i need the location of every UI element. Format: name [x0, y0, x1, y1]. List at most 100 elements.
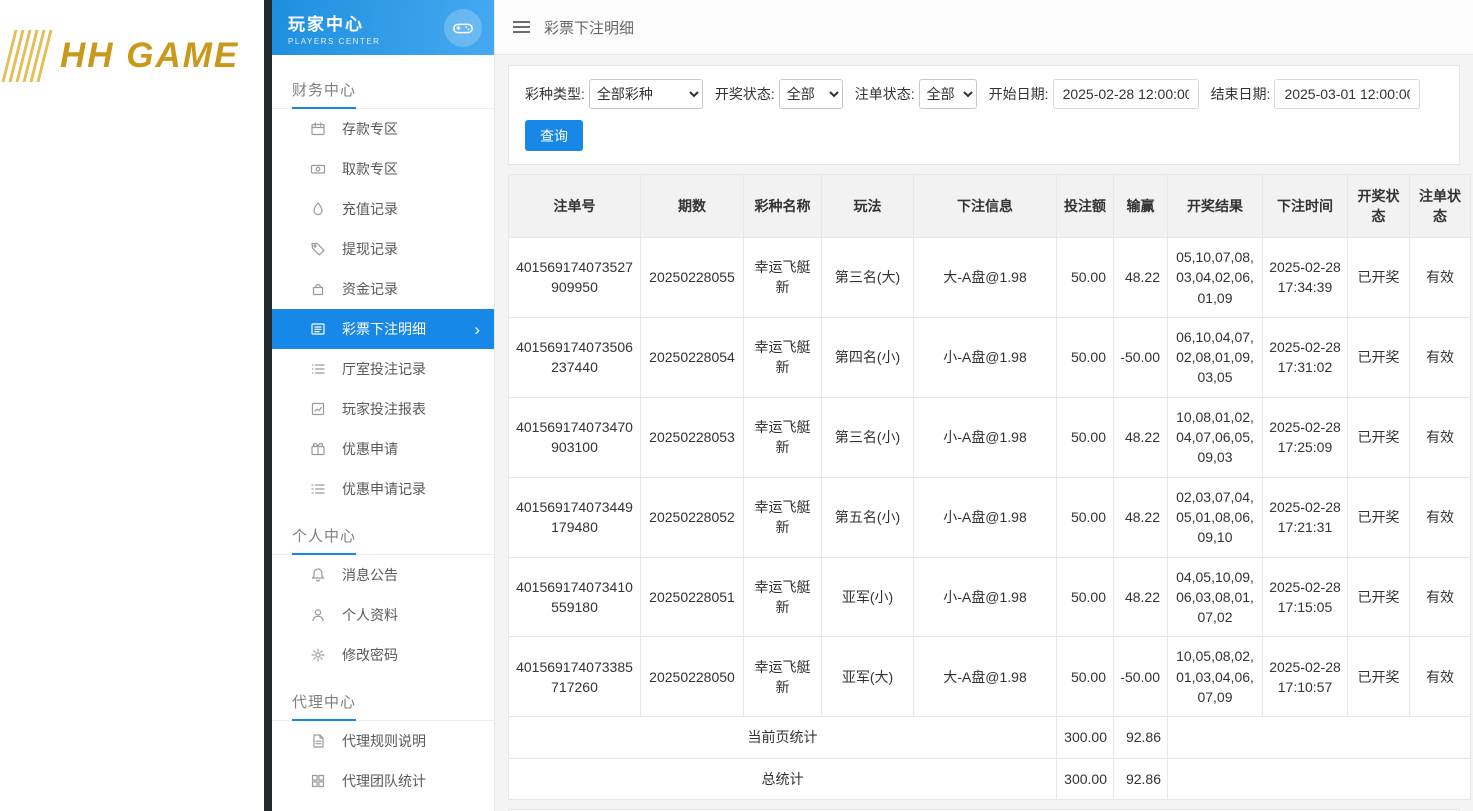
table-cell: 幸运飞艇新 [743, 476, 822, 558]
table-cell: 10,08,01,02,04,07,06,05,09,03 [1167, 396, 1263, 478]
funds-icon [310, 281, 326, 297]
bet-table: 注单号 期数 彩种名称 玩法 下注信息 投注额 输赢 开奖结果 下注时间 开奖状态 注单状态 4015… [508, 174, 1471, 800]
column-header: 注单号 [508, 174, 641, 238]
table-cell: 已开奖 [1347, 396, 1410, 478]
table-cell: 48.22 [1113, 237, 1168, 318]
table-cell: 401569174073449179480 [508, 476, 641, 558]
sidebar-title: 玩家中心 [288, 14, 364, 34]
sidebar: 玩家中心 PLAYERS CENTER 财务中心 存款专区取款专区充值记录 提现记录… [272, 0, 495, 811]
sidebar-item-label: 取款专区 [342, 161, 398, 177]
sidebar-item-lottery[interactable]: 彩票下注明细 › [272, 309, 494, 349]
table-cell: 有效 [1409, 316, 1471, 398]
section-title: 代理中心 [272, 691, 494, 721]
bell-icon [310, 567, 326, 583]
table-cell: 幸运飞艇新 [743, 556, 822, 638]
sidebar-item-cashout[interactable]: 提现记录 [272, 229, 494, 269]
sidebar-item-withdraw[interactable]: 取款专区 [272, 149, 494, 189]
logo-stripes-icon [1, 30, 57, 82]
order-status-select[interactable]: 全部 [918, 79, 977, 109]
summary-winloss-total: 92.86 [1113, 716, 1168, 759]
menu-toggle-icon[interactable] [513, 18, 530, 36]
sidebar-item-label: 代理团队统计 [342, 773, 426, 789]
sidebar-item-label: 修改密码 [342, 647, 398, 663]
sidebar-item-doc[interactable]: 代理规则说明 [272, 721, 494, 761]
table-cell: 401569174073527909950 [508, 237, 641, 318]
column-header: 注单状态 [1409, 174, 1471, 238]
table-cell: 大-A盘@1.98 [913, 237, 1057, 318]
table-cell: 小-A盘@1.98 [913, 316, 1057, 398]
table-cell: 401569174073385717260 [508, 636, 641, 718]
table-row: 401569174073385717260 20250228050 幸运飞艇新 亚军(… [508, 636, 1471, 718]
sidebar-item-label: 消息公告 [342, 567, 398, 583]
table-cell: 2025-02-28 17:25:09 [1262, 396, 1348, 478]
table-cell: 2025-02-28 17:15:05 [1262, 556, 1348, 638]
table-cell: 有效 [1409, 636, 1471, 718]
sidebar-item-bell[interactable]: 消息公告 [272, 555, 494, 595]
table-row: 401569174073527909950 20250228055 幸运飞艇新 第三名… [508, 237, 1471, 318]
summary-label: 当前页统计 [508, 716, 1057, 759]
table-cell: 50.00 [1056, 237, 1114, 318]
table-cell: 已开奖 [1347, 556, 1410, 638]
sidebar-item-user[interactable]: 个人资料 [272, 595, 494, 635]
filter-actions: 查询 [525, 120, 1443, 151]
table-header-row: 注单号 期数 彩种名称 玩法 下注信息 投注额 输赢 开奖结果 下注时间 开奖状态 注单状态 [508, 174, 1471, 238]
search-button[interactable]: 查询 [525, 120, 583, 151]
summary-bet-total: 300.00 [1056, 716, 1114, 759]
section-title: 财务中心 [272, 79, 494, 109]
chevron-right-icon: › [474, 319, 480, 339]
table-row: 401569174073449179480 20250228052 幸运飞艇新 第五名… [508, 476, 1471, 558]
sidebar-item-recharge[interactable]: 充值记录 [272, 189, 494, 229]
sidebar-item-promo-record[interactable]: 优惠申请记录 [272, 469, 494, 509]
column-header: 玩法 [821, 174, 914, 238]
deposit-icon [310, 121, 326, 137]
table-cell: 10,05,08,02,01,03,04,06,07,09 [1167, 636, 1263, 718]
table-cell: 幸运飞艇新 [743, 636, 822, 718]
summary-row: 总统计 300.00 92.86 [508, 757, 1471, 800]
sidebar-item-hall[interactable]: 厅室投注记录 [272, 349, 494, 389]
table-cell: 2025-02-28 17:10:57 [1262, 636, 1348, 718]
start-date-input[interactable] [1052, 79, 1199, 109]
lottery-icon [310, 321, 326, 337]
lottery-type-select[interactable]: 全部彩种 [588, 79, 703, 109]
table-cell: 50.00 [1056, 316, 1114, 398]
sidebar-item-report[interactable]: 玩家投注报表 [272, 389, 494, 429]
table-cell: 50.00 [1056, 636, 1114, 718]
column-header: 期数 [640, 174, 744, 238]
draw-status-select[interactable]: 全部 [778, 79, 843, 109]
table-cell: 小-A盘@1.98 [913, 476, 1057, 558]
sidebar-item-label: 优惠申请 [342, 441, 398, 457]
cashout-icon [310, 241, 326, 257]
sidebar-item-label: 代理规则说明 [342, 733, 426, 749]
table-cell: 401569174073506237440 [508, 316, 641, 398]
sidebar-item-funds[interactable]: 资金记录 [272, 269, 494, 309]
main: 彩票下注明细 彩种类型: 全部彩种 开奖状态: 全部 注单状态: 全部 开始日期… [495, 0, 1473, 811]
table-cell: 2025-02-28 17:34:39 [1262, 237, 1348, 318]
sidebar-header: 玩家中心 PLAYERS CENTER [272, 0, 494, 55]
sidebar-item-promo[interactable]: 优惠申请 [272, 429, 494, 469]
table-cell: 大-A盘@1.98 [913, 636, 1057, 718]
column-header: 下注信息 [913, 174, 1057, 238]
sidebar-item-label: 彩票下注明细 [342, 321, 426, 337]
table-cell: 亚军(大) [821, 636, 914, 718]
table-cell: 05,10,07,08,03,04,02,06,01,09 [1167, 237, 1263, 318]
promo-record-icon [310, 481, 326, 497]
column-header: 开奖结果 [1167, 174, 1263, 238]
end-date-input[interactable] [1274, 79, 1421, 109]
gamepad-icon [444, 8, 482, 47]
sidebar-item-gear[interactable]: 修改密码 [272, 635, 494, 675]
order-status-label: 注单状态: [854, 86, 915, 102]
table-cell: 小-A盘@1.98 [913, 556, 1057, 638]
logo-text: HH GAME [60, 36, 240, 75]
table-cell: 50.00 [1056, 556, 1114, 638]
table-cell: 50.00 [1056, 476, 1114, 558]
table-cell: 20250228052 [640, 476, 744, 558]
table-cell: 幸运飞艇新 [743, 396, 822, 478]
sidebar-item-deposit[interactable]: 存款专区 [272, 109, 494, 149]
filter-row: 彩种类型: 全部彩种 开奖状态: 全部 注单状态: 全部 开始日期: 结束日期: [525, 79, 1443, 109]
sidebar-nav: 财务中心 存款专区取款专区充值记录 提现记录 资金记录彩票下注明细 › 厅室投注记录 玩家投… [272, 55, 494, 801]
content: 彩种类型: 全部彩种 开奖状态: 全部 注单状态: 全部 开始日期: 结束日期:… [495, 55, 1473, 811]
column-header: 输赢 [1113, 174, 1168, 238]
table-cell: 2025-02-28 17:31:02 [1262, 316, 1348, 398]
table-cell: 50.00 [1056, 396, 1114, 478]
sidebar-item-team[interactable]: 代理团队统计 [272, 761, 494, 801]
